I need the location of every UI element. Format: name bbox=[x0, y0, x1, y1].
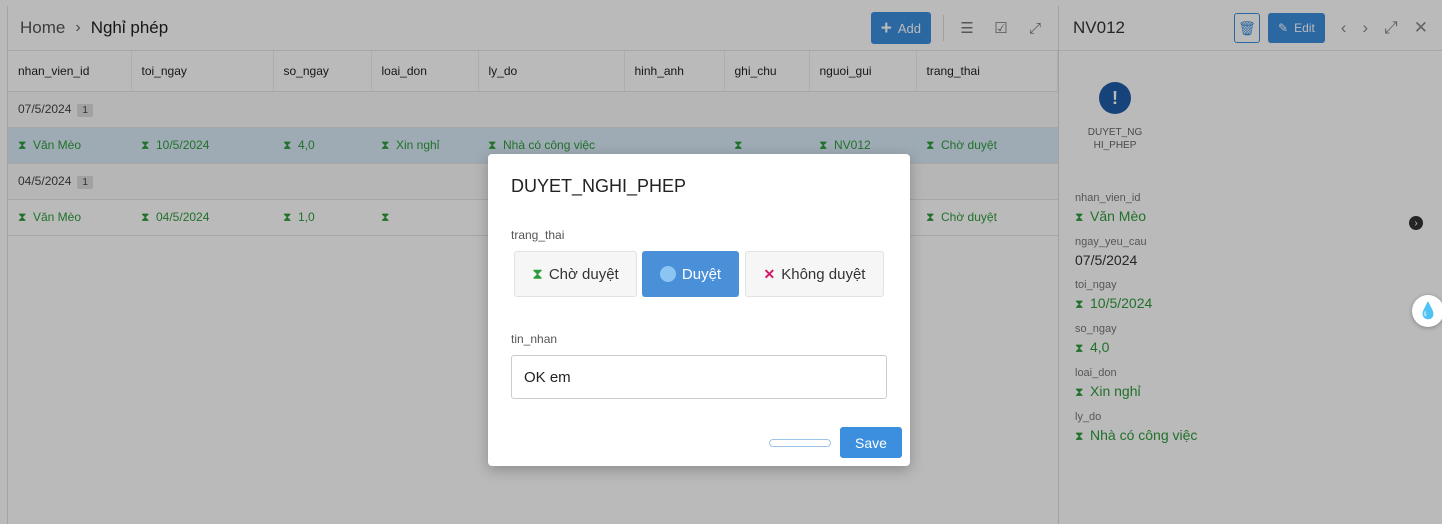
status-option-pending[interactable]: ⧗ Chờ duyệt bbox=[514, 251, 637, 297]
dialog-title: DUYET_NGHI_PHEP bbox=[511, 176, 687, 196]
status-option-approved[interactable]: Duyệt bbox=[642, 251, 739, 297]
message-input[interactable]: OK em bbox=[511, 355, 887, 399]
close-x-icon: ✕ bbox=[763, 265, 776, 282]
message-label: tin_nhan bbox=[511, 332, 558, 346]
status-option-label: Chờ duyệt bbox=[548, 265, 619, 283]
status-option-label: Không duyệt bbox=[781, 265, 866, 283]
approve-leave-dialog: DUYET_NGHI_PHEP trang_thai ⧗ Chờ duyệt D… bbox=[488, 154, 910, 466]
message-input-value: OK em bbox=[524, 368, 571, 386]
save-button[interactable]: Save bbox=[840, 427, 902, 458]
loading-bar bbox=[769, 439, 831, 447]
check-circle-icon bbox=[659, 266, 676, 282]
water-drop-icon[interactable]: 💧 bbox=[1412, 295, 1442, 327]
app-root: Home › Nghỉ phép + Add ☰ ☑ ⤢ nhan_vien_i… bbox=[0, 0, 1442, 524]
hourglass-icon: ⧗ bbox=[532, 265, 543, 283]
status-option-rejected[interactable]: ✕ Không duyệt bbox=[745, 251, 884, 297]
status-label: trang_thai bbox=[511, 228, 565, 242]
status-option-label: Duyệt bbox=[681, 265, 722, 283]
